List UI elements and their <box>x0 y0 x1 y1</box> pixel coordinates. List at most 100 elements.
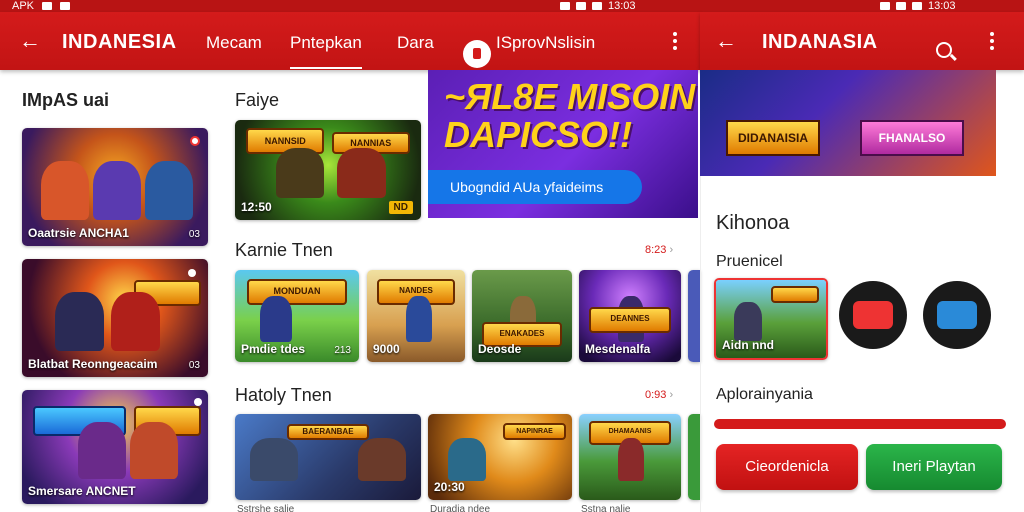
game-card-partial[interactable] <box>688 270 700 362</box>
signal-icon <box>576 2 586 10</box>
character-figure <box>337 148 386 198</box>
character-figure <box>40 161 89 221</box>
character-figure <box>92 161 142 221</box>
character-figure <box>406 295 432 342</box>
status-mid: 13:03 <box>560 0 636 12</box>
card-badge: ND <box>388 201 413 214</box>
row2-see-all[interactable]: 0:93 › <box>645 389 673 401</box>
game-card[interactable]: Oaatrsie ANCHA1 03 <box>22 128 208 246</box>
tab-dara[interactable]: Dara <box>397 33 434 53</box>
side-promo-banner[interactable]: DIDANAISIA FHANALSO <box>700 70 996 176</box>
thumb-caption: Aidn nnd <box>722 338 774 352</box>
character-figure <box>448 438 486 482</box>
share-icon[interactable] <box>923 281 991 349</box>
game-card[interactable]: MONDUAN Pmdie tdes 213 <box>235 270 359 362</box>
character-figure <box>111 292 160 352</box>
video-icon[interactable] <box>839 281 907 349</box>
game-card[interactable]: ENAKADES Deosde <box>472 270 572 362</box>
card-caption: Deosde <box>478 342 522 356</box>
game-card[interactable]: Blatbat Reonngeacaim 03 <box>22 259 208 377</box>
game-card[interactable]: DEANNES Mesdenalfa <box>579 270 681 362</box>
more-vertical-icon[interactable] <box>667 29 683 53</box>
game-logo: NAPINRAE <box>502 422 567 440</box>
image-icon <box>60 2 71 10</box>
search-icon[interactable] <box>936 42 952 58</box>
side-app-bar: ← INDANASIA <box>700 12 1024 70</box>
wifi-icon <box>880 2 890 10</box>
status-right: 13:03 <box>880 0 956 12</box>
character-figure <box>55 292 104 352</box>
character-figure <box>249 438 299 482</box>
card-caption: Pmdie tdes <box>241 342 306 356</box>
game-card[interactable]: Smersare ANCNET <box>22 390 208 504</box>
game-card[interactable]: DHAMAANIS <box>579 414 681 500</box>
row1-see-all[interactable]: 8:23 › <box>645 244 673 256</box>
card-caption: Oaatrsie ANCHA1 <box>28 226 129 240</box>
side-heading: Kihonoa <box>716 212 790 234</box>
game-art <box>688 414 700 500</box>
install-play-button[interactable]: Ineri Playtan <box>866 444 1002 490</box>
game-art <box>688 270 700 362</box>
row2-title: Hatoly Tnen <box>235 385 332 405</box>
banner-cta-button[interactable]: Ubogndid AUa yfaideims <box>428 170 642 204</box>
battery-icon <box>592 2 602 10</box>
record-icon <box>190 136 200 146</box>
game-card[interactable]: NAPINRAE 20:30 <box>428 414 572 500</box>
status-time-left: 13:03 <box>608 0 636 12</box>
status-time-right: 13:03 <box>928 0 956 12</box>
character-figure <box>129 421 179 479</box>
side-title: INDANASIA <box>762 31 878 53</box>
row1-see-all-label: 8:23 <box>645 244 667 256</box>
tab-mecam[interactable]: Mecam <box>206 33 262 53</box>
game-card-partial[interactable] <box>688 414 700 500</box>
card-caption: Smersare ANCNET <box>28 484 136 498</box>
game-logo: DIDANAISIA <box>726 120 820 156</box>
game-logo: DEANNES <box>589 306 671 333</box>
game-logo: BAERANBAE <box>287 424 369 440</box>
app-title: INDANESIA <box>62 31 177 53</box>
card-caption: 20:30 <box>434 480 465 494</box>
promo-banner[interactable]: ~ЯL8E MISOIN DAPICSO!! Ubogndid AUa yfai… <box>428 70 698 218</box>
game-card[interactable]: BAERANBAE <box>235 414 421 500</box>
character-figure <box>275 148 325 198</box>
tab-pntepkan[interactable]: Pntepkan <box>290 33 362 69</box>
character-figure <box>144 161 194 221</box>
featured-game-card[interactable]: NANNSID NANNIAS 12:50 ND <box>235 120 421 220</box>
indicator-dot <box>194 398 202 406</box>
character-figure <box>259 295 293 342</box>
status-bar: APK 13:03 13:03 <box>0 0 1024 12</box>
main-app-bar: ← INDANESIA Mecam Pntepkan Dara ISprovNs… <box>0 12 700 70</box>
battery-icon <box>912 2 922 10</box>
indicator-dot <box>188 269 196 277</box>
arrow-left-icon[interactable]: ← <box>714 29 738 53</box>
more-vertical-icon[interactable] <box>984 29 1000 53</box>
progress-label: Aplorainyania <box>716 386 813 403</box>
chevron-right-icon: › <box>669 389 674 401</box>
download-progress <box>714 419 1006 429</box>
row1-title: Karnie Tnen <box>235 240 333 260</box>
notification-icon <box>42 2 53 10</box>
arrow-left-icon[interactable]: ← <box>18 29 42 53</box>
game-logo: FHANALSO <box>860 120 964 156</box>
game-logo: MONDUAN <box>247 279 347 305</box>
character-figure <box>357 438 407 482</box>
app-chip-icon[interactable] <box>463 40 491 68</box>
card-caption: Blatbat Reonngeacaim <box>28 357 158 371</box>
card-badge: 03 <box>188 360 200 371</box>
app-screen: APK 13:03 13:03 ← INDANESIA Mecam Pntepk… <box>0 0 1024 512</box>
wifi-icon <box>560 2 570 10</box>
primary-action-button[interactable]: Cieordenicla <box>716 444 858 490</box>
progress-fill <box>714 419 1006 429</box>
signal-icon <box>896 2 906 10</box>
chip-label[interactable]: ISprovNslisin <box>496 33 595 53</box>
banner-headline-line1: ~ЯL8E MISOIN <box>444 76 696 117</box>
banner-headline-line2: DAPICSO!! <box>444 114 632 155</box>
selected-game-thumb[interactable]: Aidn nnd <box>714 278 828 360</box>
game-card[interactable]: NANDES 9000 <box>367 270 465 362</box>
character-figure <box>77 421 127 479</box>
row2-see-all-label: 0:93 <box>645 389 667 401</box>
status-apk-label: APK <box>12 0 35 12</box>
side-subheading: Pruenicel <box>716 253 783 270</box>
card-caption: 12:50 <box>241 200 272 214</box>
card-badge: 213 <box>334 345 351 356</box>
